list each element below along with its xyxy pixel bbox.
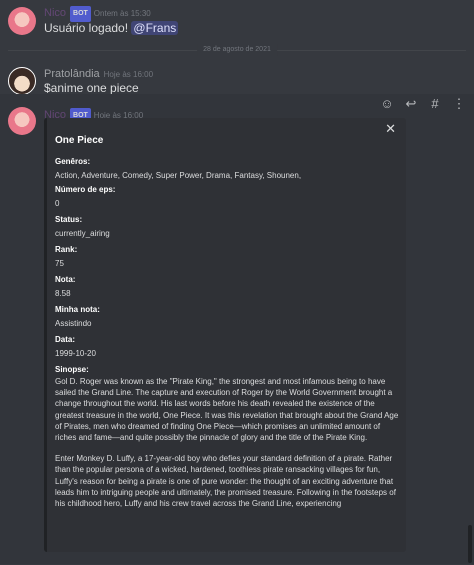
- timestamp: Ontem às 15:30: [93, 9, 151, 18]
- date-divider: 28 de agosto de 2021: [8, 44, 466, 56]
- author-name[interactable]: Pratolândia: [44, 68, 100, 80]
- scrollbar[interactable]: [468, 525, 472, 563]
- reply-icon[interactable]: ↩: [404, 97, 418, 111]
- bot-avatar[interactable]: [8, 107, 36, 135]
- embed-title: One Piece: [55, 135, 104, 146]
- user-mention[interactable]: @Frans: [131, 21, 179, 35]
- field-genres: Genêros: Action, Adventure, Comedy, Supe…: [55, 157, 302, 180]
- thread-icon[interactable]: #: [428, 97, 442, 111]
- field-status: Status: currently_airing: [55, 215, 110, 238]
- add-reaction-icon[interactable]: ☺: [380, 97, 394, 111]
- bot-avatar[interactable]: [8, 7, 36, 35]
- more-icon[interactable]: ⋮: [452, 97, 466, 111]
- close-icon[interactable]: ✕: [385, 121, 396, 137]
- anime-embed: ✕ One Piece Genêros: Action, Adventure, …: [44, 118, 406, 552]
- author-name[interactable]: Nico: [44, 7, 66, 19]
- field-episodes: Número de eps: 0: [55, 185, 116, 208]
- field-synopsis: Sinopse: Gol D. Roger was known as the "…: [55, 364, 403, 519]
- date-divider-label: 28 de agosto de 2021: [197, 44, 277, 56]
- user-avatar[interactable]: [8, 67, 36, 95]
- field-my-score: Minha nota: Assistindo: [55, 305, 100, 328]
- field-rank: Rank: 75: [55, 245, 78, 268]
- message-content: Usuário logado! @Frans: [44, 21, 179, 35]
- message-toolbar: ☺ ↩ # ⋮: [380, 97, 466, 111]
- timestamp: Hoje às 16:00: [103, 70, 154, 79]
- synopsis-text: Gol D. Roger was known as the "Pirate Ki…: [55, 377, 399, 509]
- field-score: Nota: 8.58: [55, 275, 76, 298]
- field-date: Data: 1999-10-20: [55, 335, 96, 358]
